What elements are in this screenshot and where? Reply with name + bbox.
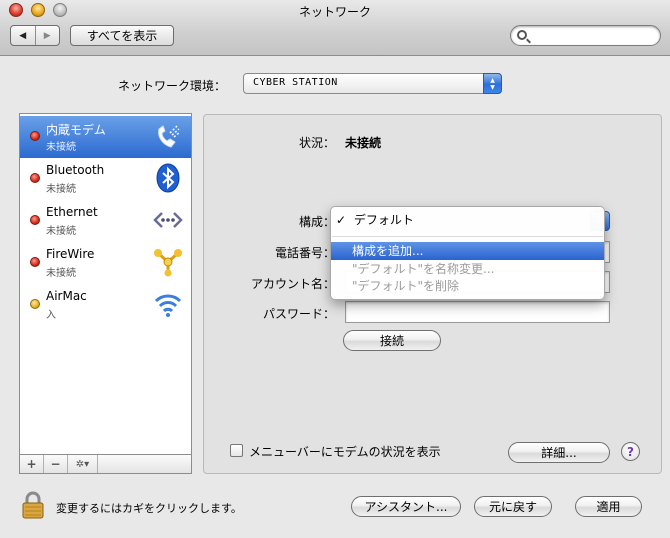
checkmark-icon: ✓: [336, 213, 347, 227]
service-name: Ethernet: [46, 205, 98, 219]
window-title: ネットワーク: [298, 5, 371, 19]
menu-item-default[interactable]: ✓ デフォルト: [331, 211, 604, 229]
service-list-toolbar: + − ✲▾: [19, 455, 192, 474]
add-service-button[interactable]: +: [20, 455, 44, 473]
status-dot-icon: [30, 131, 40, 141]
service-status: 未接続: [46, 268, 76, 279]
show-modem-status-checkbox[interactable]: [230, 444, 243, 457]
apply-button[interactable]: 適用: [575, 496, 642, 517]
forward-button[interactable]: ▶: [36, 26, 60, 45]
menu-item-delete-configuration: "デフォルト"を削除: [352, 279, 460, 293]
menu-item-rename-configuration: "デフォルト"を名称変更...: [352, 262, 495, 276]
service-name: FireWire: [46, 247, 95, 261]
search-field[interactable]: [510, 25, 661, 46]
configuration-label: 構成：: [298, 215, 335, 229]
back-button[interactable]: ◀: [11, 26, 36, 45]
configuration-menu: ✓ デフォルト 構成を追加... "デフォルト"を名称変更... "デフォルト"…: [330, 206, 605, 300]
service-list[interactable]: 内蔵モデム 未接続 Bluetooth 未接続 Ethernet 未接続 Fir…: [19, 113, 192, 455]
status-dot-icon: [30, 299, 40, 309]
firewire-icon: [154, 249, 182, 277]
popup-arrows-icon: ▲ ▼: [483, 73, 502, 94]
status-value: 未接続: [345, 136, 382, 150]
modem-icon: [158, 125, 181, 148]
lock-instruction-text: 変更するにはカギをクリックします。: [56, 502, 242, 515]
status-label: 状況：: [298, 136, 335, 150]
window-titlebar: ネットワーク ◀ ▶ すべてを表示: [0, 0, 670, 56]
account-name-label: アカウント名：: [250, 277, 335, 291]
menu-item-add-configuration[interactable]: 構成を追加...: [331, 242, 604, 260]
password-field[interactable]: [345, 301, 610, 323]
status-dot-icon: [30, 257, 40, 267]
service-item-firewire[interactable]: FireWire 未接続: [20, 242, 191, 284]
service-status: 未接続: [46, 142, 76, 153]
search-icon: [517, 30, 527, 40]
ethernet-icon: [153, 212, 183, 228]
connect-button[interactable]: 接続: [343, 330, 441, 351]
password-label: パスワード：: [262, 307, 335, 321]
advanced-button[interactable]: 詳細...: [508, 442, 610, 463]
show-all-button[interactable]: すべてを表示: [70, 25, 174, 46]
nav-button-group: ◀ ▶: [10, 25, 60, 46]
service-status: 未接続: [46, 184, 76, 195]
location-popup[interactable]: CYBER STATION ▲ ▼: [243, 73, 502, 94]
revert-button[interactable]: 元に戻す: [474, 496, 552, 517]
service-item-bluetooth[interactable]: Bluetooth 未接続: [20, 158, 191, 200]
phone-number-label: 電話番号：: [274, 246, 335, 260]
location-value: CYBER STATION: [253, 77, 338, 88]
assistant-button[interactable]: アシスタント...: [351, 496, 461, 517]
service-name: 内蔵モデム: [46, 123, 106, 137]
service-status: 入: [46, 310, 56, 321]
menu-separator: [332, 236, 603, 237]
menu-item-label: デフォルト: [353, 213, 414, 227]
airport-icon: [154, 294, 182, 317]
service-item-ethernet[interactable]: Ethernet 未接続: [20, 200, 191, 242]
service-item-modem[interactable]: 内蔵モデム 未接続: [20, 116, 191, 158]
show-modem-status-label: メニューバーにモデムの状況を表示: [249, 445, 441, 459]
location-label: ネットワーク環境：: [118, 79, 227, 93]
service-name: AirMac: [46, 289, 87, 303]
status-dot-icon: [30, 215, 40, 225]
gear-menu-button[interactable]: ✲▾: [68, 455, 98, 473]
service-item-airmac[interactable]: AirMac 入: [20, 284, 191, 326]
help-button[interactable]: ?: [621, 442, 640, 461]
lock-icon[interactable]: [22, 491, 44, 519]
service-status: 未接続: [46, 226, 76, 237]
status-dot-icon: [30, 173, 40, 183]
service-name: Bluetooth: [46, 163, 105, 177]
remove-service-button[interactable]: −: [44, 455, 68, 473]
bluetooth-icon: [156, 163, 180, 193]
